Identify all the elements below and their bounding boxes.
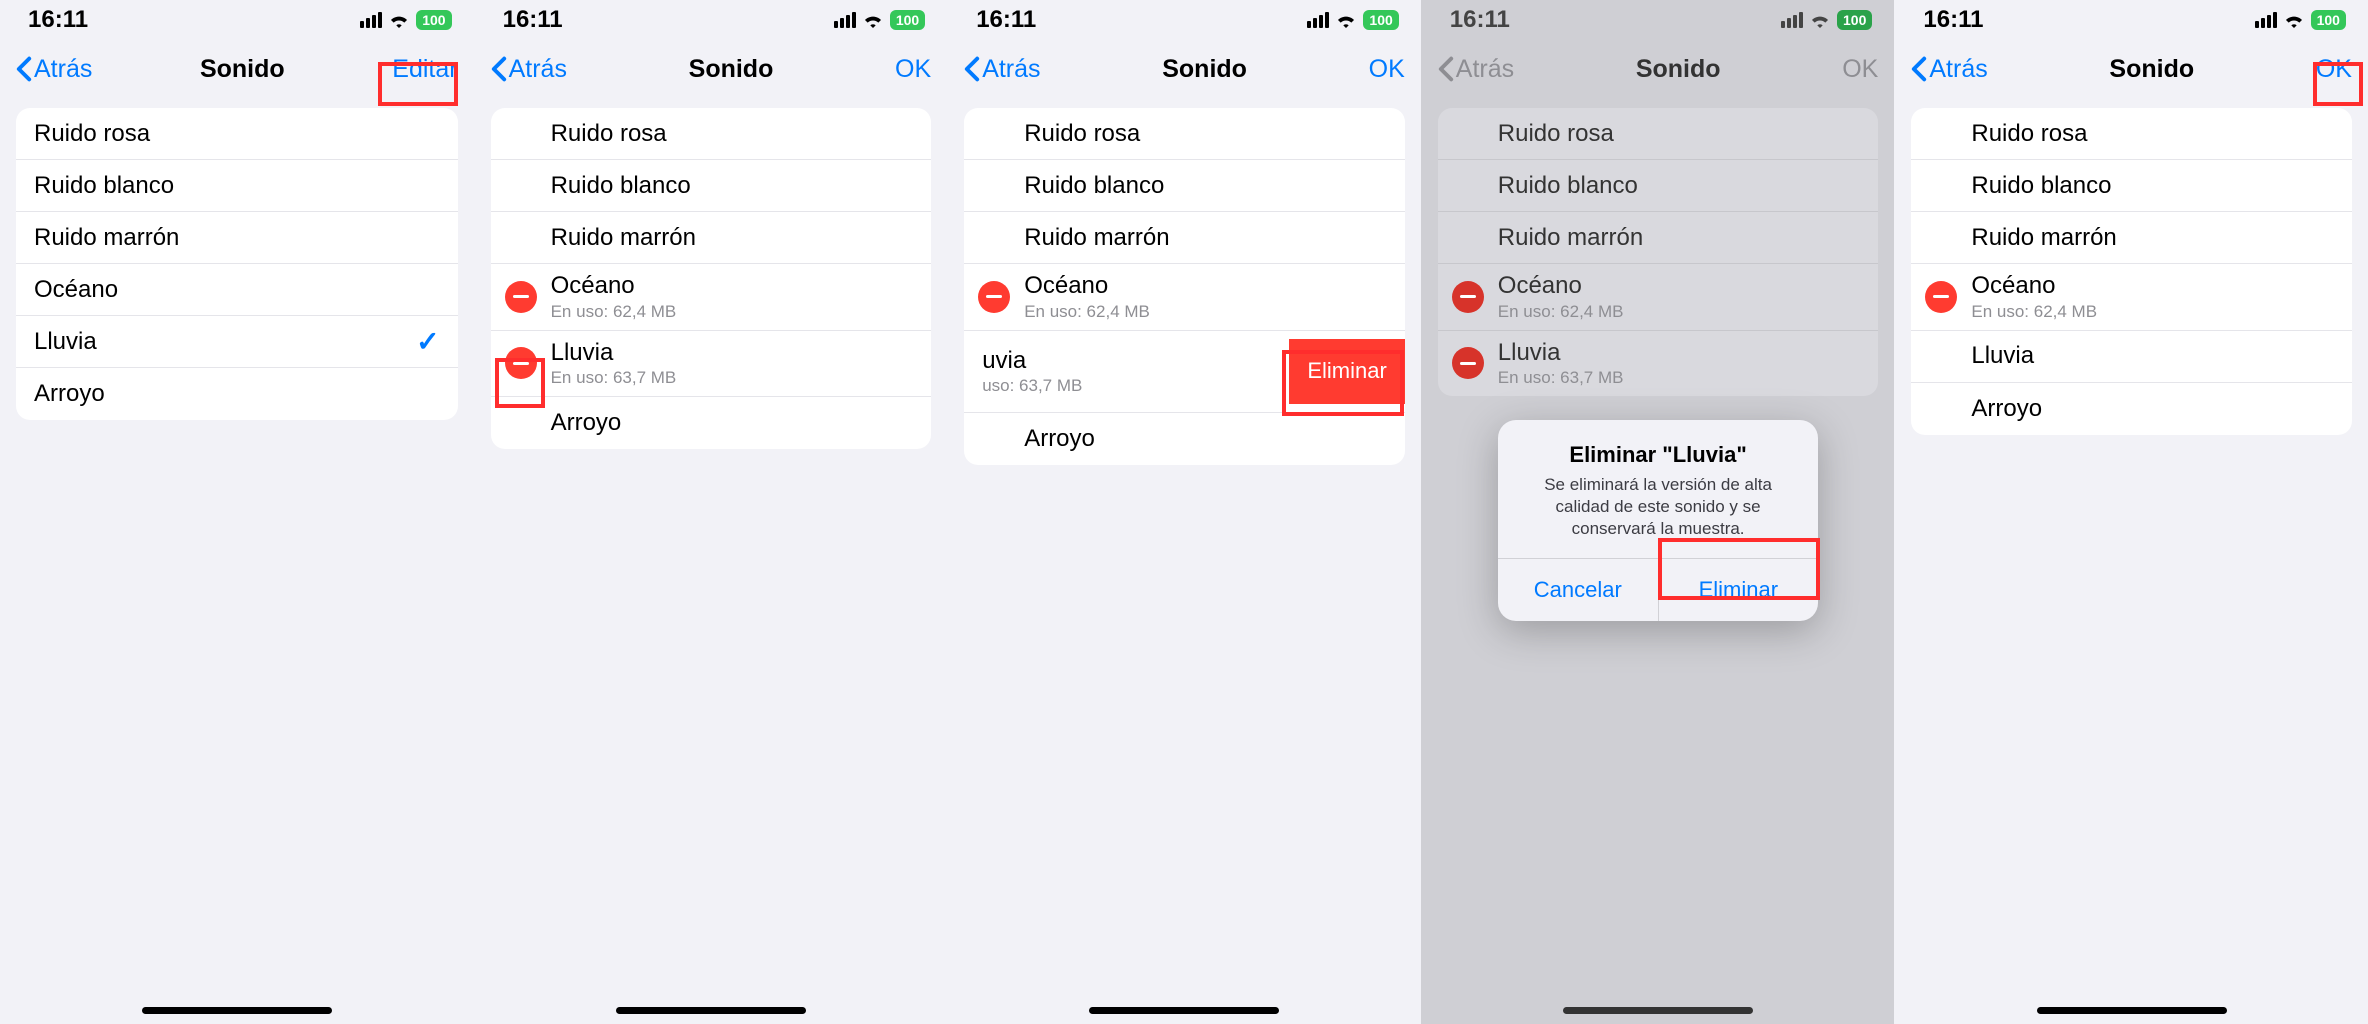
home-indicator	[616, 1007, 806, 1014]
delete-badge-icon[interactable]	[978, 281, 1010, 313]
back-button[interactable]: Atrás	[491, 55, 567, 84]
status-time: 16:11	[976, 6, 1036, 34]
sound-row-lluvia[interactable]: LluviaEn uso: 63,7 MB	[491, 331, 932, 398]
back-label: Atrás	[1929, 55, 1987, 84]
status-time: 16:11	[1923, 6, 1983, 34]
sound-row-marron[interactable]: Ruido marrón	[1911, 212, 2352, 264]
status-indicators: 100	[834, 10, 925, 30]
back-label: Atrás	[509, 55, 567, 84]
sound-row-rosa[interactable]: Ruido rosa	[1911, 108, 2352, 160]
status-indicators: 100	[360, 10, 451, 30]
home-indicator	[1089, 1007, 1279, 1014]
wifi-icon	[388, 12, 410, 28]
sound-row-lluvia-swiped[interactable]: uviauso: 63,7 MB Eliminar	[964, 331, 1405, 414]
page-title: Sonido	[2109, 55, 2194, 84]
nav-bar: Atrás Sonido OK	[948, 40, 1421, 98]
wifi-icon	[1335, 12, 1357, 28]
sound-row-lluvia[interactable]: Lluvia ✓	[16, 316, 458, 368]
chevron-left-icon	[1911, 56, 1927, 82]
sound-row-blanco[interactable]: Ruido blanco	[1911, 160, 2352, 212]
alert-confirm-button[interactable]: Eliminar	[1658, 559, 1819, 621]
page-title: Sonido	[689, 55, 774, 84]
sound-row-marron[interactable]: Ruido marrón	[491, 212, 932, 264]
back-label: Atrás	[982, 55, 1040, 84]
page-title: Sonido	[200, 55, 285, 84]
status-indicators: 100	[1307, 10, 1398, 30]
checkmark-icon: ✓	[416, 325, 439, 358]
cellular-icon	[834, 12, 856, 28]
sound-list-editing: Ruido rosa Ruido blanco Ruido marrón Océ…	[491, 108, 932, 449]
alert-cancel-button[interactable]: Cancelar	[1498, 559, 1658, 621]
sound-row-rosa[interactable]: Ruido rosa	[16, 108, 458, 160]
sound-row-blanco[interactable]: Ruido blanco	[491, 160, 932, 212]
home-indicator	[2037, 1007, 2227, 1014]
delete-badge-icon[interactable]	[505, 347, 537, 379]
delete-alert: Eliminar "Lluvia" Se eliminará la versió…	[1498, 420, 1818, 621]
chevron-left-icon	[964, 56, 980, 82]
sound-list-editing: Ruido rosa Ruido blanco Ruido marrón Océ…	[964, 108, 1405, 465]
back-button[interactable]: Atrás	[16, 55, 92, 84]
sound-list: Ruido rosa Ruido blanco Ruido marrón Océ…	[16, 108, 458, 420]
battery-icon: 100	[2311, 10, 2346, 30]
nav-bar: Atrás Sonido Editar	[0, 40, 474, 98]
sound-row-oceano[interactable]: OcéanoEn uso: 62,4 MB	[964, 264, 1405, 331]
sound-row-lluvia[interactable]: Lluvia	[1911, 331, 2352, 383]
screen-1-list: 16:11 100 Atrás Sonido Editar Ruido rosa…	[0, 0, 474, 1024]
battery-icon: 100	[416, 10, 451, 30]
sound-row-arroyo[interactable]: Arroyo	[1911, 383, 2352, 435]
sound-row-oceano[interactable]: OcéanoEn uso: 62,4 MB	[491, 264, 932, 331]
ok-button[interactable]: OK	[2316, 55, 2352, 84]
alert-message: Se eliminará la versión de alta calidad …	[1518, 474, 1798, 540]
cellular-icon	[2255, 12, 2277, 28]
sound-row-oceano[interactable]: Océano	[16, 264, 458, 316]
delete-badge-icon[interactable]	[505, 281, 537, 313]
status-time: 16:11	[28, 6, 88, 34]
page-title: Sonido	[1162, 55, 1247, 84]
status-bar: 16:11 100	[475, 0, 948, 40]
back-button[interactable]: Atrás	[1911, 55, 1987, 84]
sound-row-marron[interactable]: Ruido marrón	[964, 212, 1405, 264]
sound-row-blanco[interactable]: Ruido blanco	[16, 160, 458, 212]
edit-button[interactable]: Editar	[392, 55, 457, 84]
cellular-icon	[360, 12, 382, 28]
alert-title: Eliminar "Lluvia"	[1518, 442, 1798, 468]
chevron-left-icon	[16, 56, 32, 82]
sound-row-rosa[interactable]: Ruido rosa	[491, 108, 932, 160]
sound-row-arroyo[interactable]: Arroyo	[964, 413, 1405, 465]
sound-row-oceano[interactable]: OcéanoEn uso: 62,4 MB	[1911, 264, 2352, 331]
home-indicator	[1563, 1007, 1753, 1014]
battery-icon: 100	[890, 10, 925, 30]
sound-row-arroyo[interactable]: Arroyo	[491, 397, 932, 449]
delete-badge-icon[interactable]	[1925, 281, 1957, 313]
battery-icon: 100	[1363, 10, 1398, 30]
sound-row-blanco[interactable]: Ruido blanco	[964, 160, 1405, 212]
sound-row-marron[interactable]: Ruido marrón	[16, 212, 458, 264]
ok-button[interactable]: OK	[1369, 55, 1405, 84]
sound-row-arroyo[interactable]: Arroyo	[16, 368, 458, 420]
screen-4-alert: 16:11 100 Atrás Sonido OK Ruido rosa Rui…	[1421, 0, 1895, 1024]
back-label: Atrás	[34, 55, 92, 84]
swipe-delete-button[interactable]: Eliminar	[1289, 339, 1404, 405]
chevron-left-icon	[491, 56, 507, 82]
sound-list-editing: Ruido rosa Ruido blanco Ruido marrón Océ…	[1911, 108, 2352, 435]
cellular-icon	[1307, 12, 1329, 28]
status-bar: 16:11 100	[0, 0, 474, 40]
screen-3-swipe: 16:11 100 Atrás Sonido OK Ruido rosa Rui…	[947, 0, 1421, 1024]
alert-backdrop: Eliminar "Lluvia" Se eliminará la versió…	[1422, 0, 1895, 1024]
wifi-icon	[2283, 12, 2305, 28]
sound-row-rosa[interactable]: Ruido rosa	[964, 108, 1405, 160]
nav-bar: Atrás Sonido OK	[1895, 40, 2368, 98]
back-button[interactable]: Atrás	[964, 55, 1040, 84]
nav-bar: Atrás Sonido OK	[475, 40, 948, 98]
wifi-icon	[862, 12, 884, 28]
status-bar: 16:11 100	[1895, 0, 2368, 40]
screen-5-done: 16:11 100 Atrás Sonido OK Ruido rosa Rui…	[1894, 0, 2368, 1024]
status-time: 16:11	[503, 6, 563, 34]
screen-2-edit: 16:11 100 Atrás Sonido OK Ruido rosa Rui…	[474, 0, 948, 1024]
status-bar: 16:11 100	[948, 0, 1421, 40]
status-indicators: 100	[2255, 10, 2346, 30]
ok-button[interactable]: OK	[895, 55, 931, 84]
home-indicator	[142, 1007, 332, 1014]
